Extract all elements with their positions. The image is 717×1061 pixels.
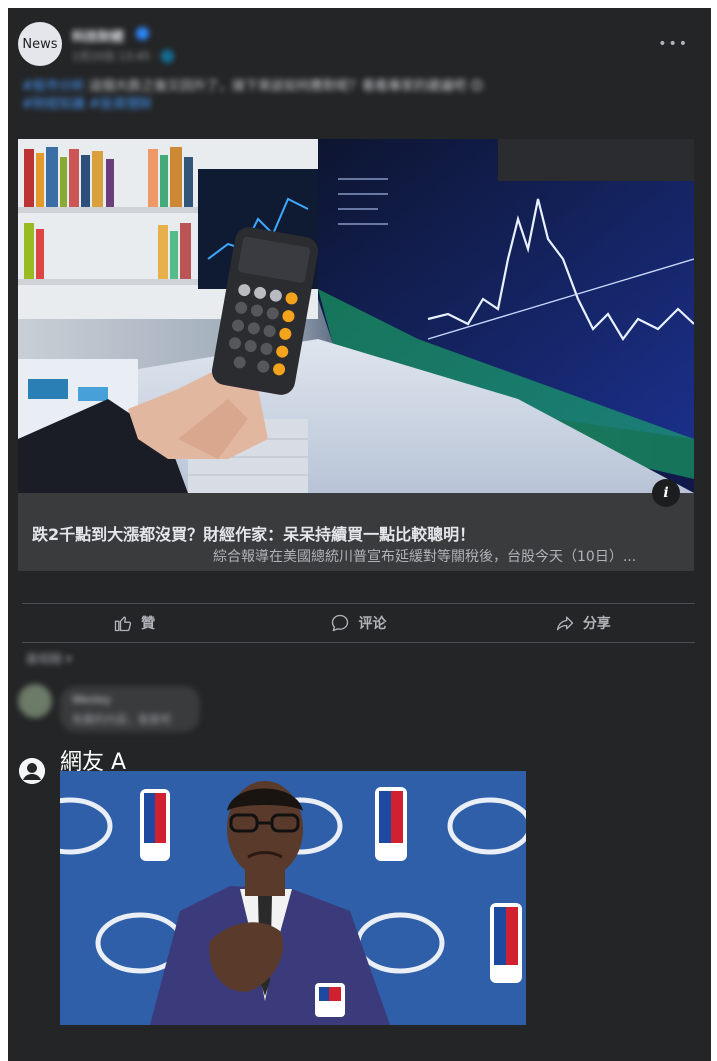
verified-badge-icon <box>136 27 149 40</box>
link-preview-card[interactable]: i 跌2千點到大漲都沒買？財經作家：呆呆持續買一點比較聰明！ 綜合報導在美國總統… <box>18 139 694 571</box>
post-hashtag[interactable]: #股市分析 <box>22 79 85 94</box>
comment-bubble: Wesley 有趣的內容，看看吧 <box>60 686 200 732</box>
commenter-avatar[interactable] <box>18 684 52 718</box>
commenter-name[interactable]: Wesley <box>72 693 111 706</box>
share-button[interactable]: 分享 <box>471 608 695 638</box>
comment-label: 评论 <box>358 616 387 632</box>
post-panel: News 科技財經 1月10日 13:45 · 🌐 #股市分析 這個大跌之後又回… <box>8 8 711 1061</box>
share-label: 分享 <box>582 616 611 632</box>
user-avatar-icon[interactable] <box>19 758 45 784</box>
like-label: 贊 <box>141 616 156 632</box>
post-body: 這個大跌之後又回升了，接下來該如何應對呢？看看專家的建議吧 <box>84 79 467 94</box>
comment-bubble-icon <box>332 614 349 632</box>
divider-top <box>22 603 695 604</box>
page-name[interactable]: 科技財經 <box>72 26 124 45</box>
comment-sort-dropdown[interactable]: 最相關 ▾ <box>26 650 72 667</box>
info-icon[interactable]: i <box>652 479 680 507</box>
link-title[interactable]: 跌2千點到大漲都沒買？財經作家：呆呆持續買一點比較聰明！ <box>32 521 475 545</box>
divider-bottom <box>22 642 695 643</box>
page-avatar[interactable]: News <box>18 22 62 66</box>
comment-text: 有趣的內容，看看吧 <box>72 713 171 726</box>
link-preview-image[interactable] <box>18 139 694 493</box>
comment-button[interactable]: 评论 <box>246 608 470 638</box>
thumbs-up-icon <box>114 616 132 632</box>
post-meta: 1月10日 13:45 · 🌐 <box>72 50 175 63</box>
post-text: #股市分析 這個大跌之後又回升了，接下來該如何應對呢？看看專家的建議吧 😊 #財… <box>22 79 484 112</box>
post-hashtag-2[interactable]: #財經知識 #投資理財 <box>22 97 152 112</box>
action-bar: 贊 评论 分享 <box>22 608 695 638</box>
like-button[interactable]: 贊 <box>22 608 246 638</box>
post-header: News 科技財經 1月10日 13:45 · 🌐 #股市分析 這個大跌之後又回… <box>8 8 711 124</box>
more-options-icon[interactable]: ••• <box>658 36 689 52</box>
link-description: 綜合報導在美國總統川普宣布延緩對等關稅後，台股今天（10日）... <box>213 549 637 565</box>
comment-meme-image[interactable] <box>60 771 526 1025</box>
page-avatar-label: News <box>22 36 58 52</box>
share-arrow-icon <box>556 616 573 631</box>
